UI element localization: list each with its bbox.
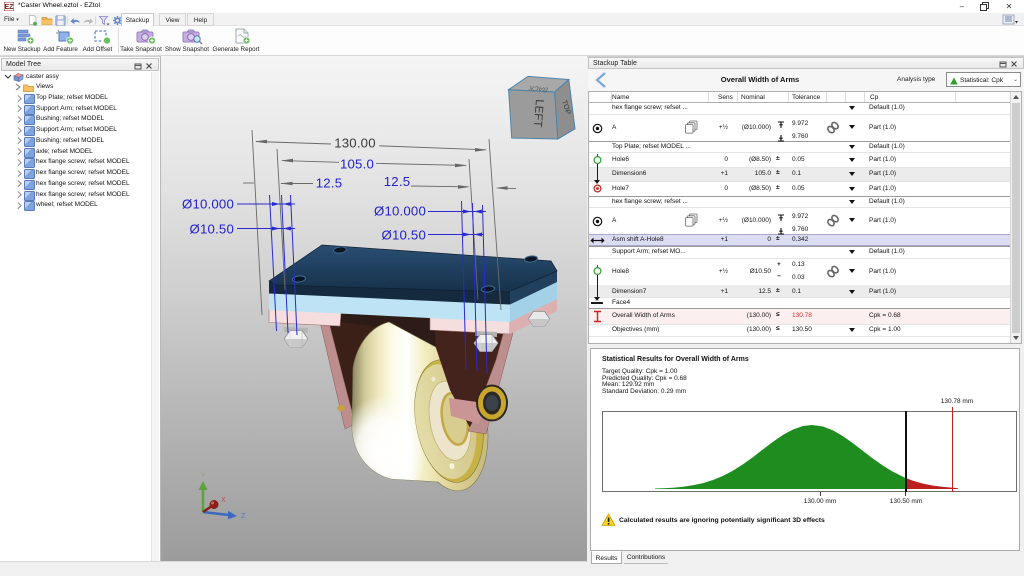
svg-text:12.5: 12.5 — [316, 176, 342, 191]
svg-text:Z: Z — [241, 513, 246, 520]
svg-text:Ø10.50: Ø10.50 — [382, 228, 426, 243]
svg-text:105.0: 105.0 — [340, 157, 374, 172]
svg-text:12.5: 12.5 — [384, 174, 410, 189]
svg-text:EZ: EZ — [5, 4, 14, 11]
svg-text:Ø10.50: Ø10.50 — [190, 222, 234, 237]
svg-text:LEFT: LEFT — [531, 99, 545, 128]
svg-text:Ø10.000: Ø10.000 — [182, 197, 234, 212]
svg-text:Ø10.000: Ø10.000 — [374, 204, 426, 219]
svg-text:130.00: 130.00 — [334, 136, 376, 151]
svg-text:Y: Y — [201, 472, 206, 479]
svg-text:X: X — [221, 497, 226, 504]
